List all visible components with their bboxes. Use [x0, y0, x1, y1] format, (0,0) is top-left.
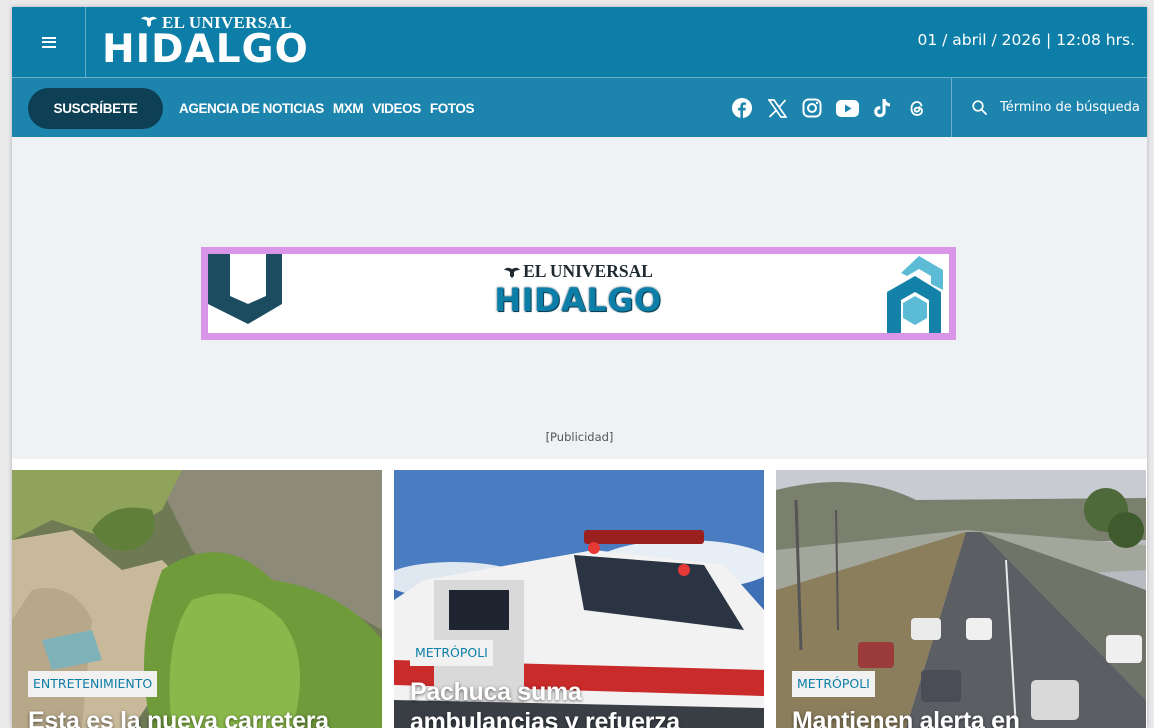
ad-decoration-left: [208, 254, 282, 324]
nav-links: AGENCIA DE NOTICIAS MXM VIDEOS FOTOS: [179, 101, 475, 116]
main-navbar: SUSCRÍBETE AGENCIA DE NOTICIAS MXM VIDEO…: [12, 77, 1147, 137]
eagle-icon: [504, 267, 521, 278]
nav-link-videos[interactable]: VIDEOS: [372, 101, 421, 116]
ad-logo: EL UNIVERSAL HIDALGO: [488, 261, 668, 318]
category-tag[interactable]: METRÓPOLI: [792, 671, 875, 697]
eagle-icon: [141, 16, 157, 27]
youtube-icon[interactable]: [835, 96, 859, 120]
news-headline[interactable]: Mantienen alerta en: [792, 706, 1020, 728]
nav-link-mxm[interactable]: MXM: [333, 101, 364, 116]
facebook-icon[interactable]: [730, 96, 754, 120]
ad-decoration-right: [887, 256, 943, 333]
instagram-icon[interactable]: [800, 96, 824, 120]
news-headline-line: Pachuca suma: [410, 678, 582, 706]
x-icon[interactable]: [765, 96, 789, 120]
news-headline[interactable]: Pachuca suma ambulancias y refuerza: [410, 677, 680, 728]
social-links: [730, 96, 929, 120]
menu-button[interactable]: [12, 7, 86, 77]
nav-link-fotos[interactable]: FOTOS: [430, 101, 475, 116]
ad-logo-top: EL UNIVERSAL: [523, 261, 653, 281]
ad-label: [Publicidad]: [545, 430, 614, 444]
current-datetime: 01 / abril / 2026 | 12:08 hrs.: [917, 31, 1135, 49]
ad-logo-main: HIDALGO: [494, 281, 662, 319]
news-card[interactable]: METRÓPOLI Mantienen alerta en: [776, 470, 1146, 728]
news-headline[interactable]: Esta es la nueva carretera: [28, 706, 329, 728]
ad-section: EL UNIVERSAL HIDALGO [Publicidad]: [12, 137, 1147, 459]
news-headline-line: ambulancias y refuerza: [410, 708, 680, 728]
subscribe-button[interactable]: SUSCRÍBETE: [28, 88, 163, 129]
search-input[interactable]: [1000, 96, 1140, 118]
browser-page: EL UNIVERSAL HIDALGO 01 / abril / 2026 |…: [12, 7, 1147, 728]
news-card[interactable]: ENTRETENIMIENTO Esta es la nueva carrete…: [12, 470, 382, 728]
hamburger-icon: [41, 36, 56, 48]
news-card[interactable]: METRÓPOLI Pachuca suma ambulancias y ref…: [394, 470, 764, 728]
category-tag[interactable]: METRÓPOLI: [410, 640, 493, 666]
tiktok-icon[interactable]: [870, 96, 894, 120]
logo-brand-main: HIDALGO: [102, 27, 309, 72]
ad-banner[interactable]: EL UNIVERSAL HIDALGO: [201, 247, 956, 340]
threads-icon[interactable]: [905, 96, 929, 120]
nav-link-agencia[interactable]: AGENCIA DE NOTICIAS: [179, 101, 324, 116]
search-icon[interactable]: [972, 100, 987, 115]
category-tag[interactable]: ENTRETENIMIENTO: [28, 671, 158, 697]
search-box[interactable]: [951, 78, 1147, 137]
site-header: EL UNIVERSAL HIDALGO 01 / abril / 2026 |…: [12, 7, 1147, 77]
